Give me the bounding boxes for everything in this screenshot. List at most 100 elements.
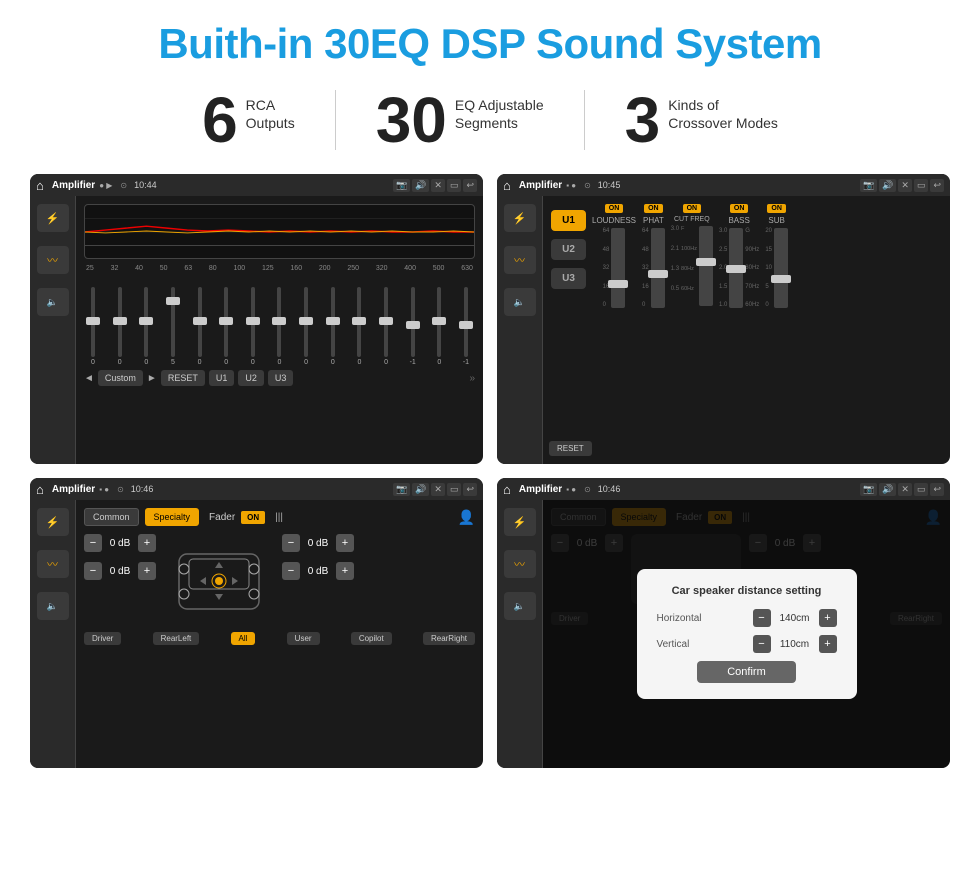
eq-slider-7[interactable]: 0 <box>244 287 262 366</box>
eq-u1-btn[interactable]: U1 <box>209 370 235 386</box>
cutfreq-slider[interactable] <box>699 226 713 306</box>
eq-mode-icons: ● ▶ <box>99 181 112 190</box>
db1-minus[interactable]: − <box>84 534 102 552</box>
phat-slider[interactable] <box>651 228 665 308</box>
loudness-slider[interactable] <box>611 228 625 308</box>
dialog-time: 10:46 <box>598 484 621 494</box>
db4-plus[interactable]: + <box>336 562 354 580</box>
stats-row: 6 RCAOutputs 30 EQ AdjustableSegments 3 … <box>30 88 950 152</box>
eq-reset-btn[interactable]: RESET <box>161 370 205 386</box>
eq-custom-btn[interactable]: Custom <box>98 370 143 386</box>
db1-plus[interactable]: + <box>138 534 156 552</box>
db3-minus[interactable]: − <box>282 534 300 552</box>
db2-minus[interactable]: − <box>84 562 102 580</box>
vertical-plus[interactable]: + <box>819 635 837 653</box>
fader-screen: ⌂ Amplifier ▪ ● ⊙ 10:46 📷 🔊 ✕ ▭ ↩ ⚡ 〰 🔈 <box>30 478 483 768</box>
stat-eq-label: EQ AdjustableSegments <box>455 88 544 132</box>
horizontal-control: − 140cm + <box>753 609 837 627</box>
home-icon: ⌂ <box>36 178 44 193</box>
copilot-btn[interactable]: Copilot <box>351 632 392 645</box>
specialty-tab[interactable]: Specialty <box>145 508 200 526</box>
u2-btn[interactable]: U2 <box>551 239 586 260</box>
eq-slider-13[interactable]: -1 <box>404 287 422 366</box>
fd-speaker-btn[interactable]: 🔈 <box>37 592 69 620</box>
db3-value: 0 dB <box>303 538 333 549</box>
eq-next-arrow[interactable]: ► <box>147 373 157 384</box>
eq-status-bar: ⌂ Amplifier ● ▶ ⊙ 10:44 📷 🔊 ✕ ▭ ↩ <box>30 174 483 196</box>
eq-speaker-btn[interactable]: 🔈 <box>37 288 69 316</box>
dlg-filter-btn[interactable]: ⚡ <box>504 508 536 536</box>
fd-sound-icon: 🔊 <box>412 483 429 496</box>
crossover-sidebar: ⚡ 〰 🔈 <box>497 196 543 464</box>
sub-slider[interactable] <box>774 228 788 308</box>
eq-slider-11[interactable]: 0 <box>350 287 368 366</box>
eq-slider-3[interactable]: 0 <box>137 287 155 366</box>
eq-slider-2[interactable]: 0 <box>111 287 129 366</box>
eq-slider-12[interactable]: 0 <box>377 287 395 366</box>
nav-buttons-area: Driver RearLeft All User Copilot RearRig… <box>84 632 475 645</box>
dialog-main: Common Specialty Fader ON ||| 👤 − 0 <box>543 500 950 768</box>
crossover-reset-btn[interactable]: RESET <box>549 441 592 456</box>
all-btn[interactable]: All <box>231 632 256 645</box>
fader-on-toggle[interactable]: ON <box>241 511 265 524</box>
db3-plus[interactable]: + <box>336 534 354 552</box>
vertical-label: Vertical <box>657 639 690 650</box>
eq-wave-btn[interactable]: 〰 <box>37 246 69 274</box>
dialog-pin: ⊙ <box>584 485 591 494</box>
cr-camera-icon: 📷 <box>860 179 877 192</box>
dlg-wave-btn[interactable]: 〰 <box>504 550 536 578</box>
left-db-controls: − 0 dB + − 0 dB + <box>84 534 156 584</box>
horizontal-plus[interactable]: + <box>819 609 837 627</box>
eq-slider-6[interactable]: 0 <box>217 287 235 366</box>
cr-filter-btn[interactable]: ⚡ <box>504 204 536 232</box>
eq-slider-8[interactable]: 0 <box>270 287 288 366</box>
fd-wave-btn[interactable]: 〰 <box>37 550 69 578</box>
vertical-minus[interactable]: − <box>753 635 771 653</box>
eq-slider-15[interactable]: -1 <box>457 287 475 366</box>
eq-time: 10:44 <box>134 180 157 190</box>
eq-slider-14[interactable]: 0 <box>430 287 448 366</box>
fd-filter-btn[interactable]: ⚡ <box>37 508 69 536</box>
rearright-btn[interactable]: RearRight <box>423 632 475 645</box>
dialog-mode-icons: ▪ ● <box>566 485 576 494</box>
db2-plus[interactable]: + <box>138 562 156 580</box>
confirm-button[interactable]: Confirm <box>697 661 796 683</box>
camera-icon: 📷 <box>393 179 410 192</box>
eq-slider-10[interactable]: 0 <box>324 287 342 366</box>
stat-rca-number: 6 <box>202 88 238 152</box>
common-tab[interactable]: Common <box>84 508 139 526</box>
cr-speaker-btn[interactable]: 🔈 <box>504 288 536 316</box>
eq-slider-9[interactable]: 0 <box>297 287 315 366</box>
eq-slider-5[interactable]: 0 <box>191 287 209 366</box>
db4-minus[interactable]: − <box>282 562 300 580</box>
u-buttons-col: U1 U2 U3 <box>551 204 586 456</box>
eq-slider-1[interactable]: 0 <box>84 287 102 366</box>
cr-wave-btn[interactable]: 〰 <box>504 246 536 274</box>
eq-filter-btn[interactable]: ⚡ <box>37 204 69 232</box>
eq-u2-btn[interactable]: U2 <box>238 370 264 386</box>
user-btn[interactable]: User <box>287 632 320 645</box>
fader-pin: ⊙ <box>117 485 124 494</box>
eq-slider-4[interactable]: 5 <box>164 287 182 366</box>
dialog-screen: ⌂ Amplifier ▪ ● ⊙ 10:46 📷 🔊 ✕ ▭ ↩ ⚡ 〰 🔈 <box>497 478 950 768</box>
bass-slider[interactable] <box>729 228 743 308</box>
dialog-layout: ⚡ 〰 🔈 Common Specialty Fader ON ||| 👤 <box>497 500 950 768</box>
u1-btn[interactable]: U1 <box>551 210 586 231</box>
dialog-sidebar: ⚡ 〰 🔈 <box>497 500 543 768</box>
bass-label: BASS <box>728 216 749 225</box>
crossover-sliders-area: ON LOUDNESS 644832160 ON PHAT <box>592 204 942 456</box>
db-row-1: − 0 dB + <box>84 534 156 552</box>
u3-btn[interactable]: U3 <box>551 268 586 289</box>
db-row-2: − 0 dB + <box>84 562 156 580</box>
horizontal-minus[interactable]: − <box>753 609 771 627</box>
sub-label: SUB <box>768 216 784 225</box>
eq-bottom-bar: ◄ Custom ► RESET U1 U2 U3 » <box>84 370 475 386</box>
rearleft-btn[interactable]: RearLeft <box>153 632 200 645</box>
home-icon-2: ⌂ <box>503 178 511 193</box>
distance-dialog: Car speaker distance setting Horizontal … <box>637 569 857 699</box>
eq-u3-btn[interactable]: U3 <box>268 370 294 386</box>
dlg-speaker-btn[interactable]: 🔈 <box>504 592 536 620</box>
eq-prev-arrow[interactable]: ◄ <box>84 373 94 384</box>
cutfreq-label: CUT FREQ <box>674 216 710 223</box>
driver-btn[interactable]: Driver <box>84 632 121 645</box>
